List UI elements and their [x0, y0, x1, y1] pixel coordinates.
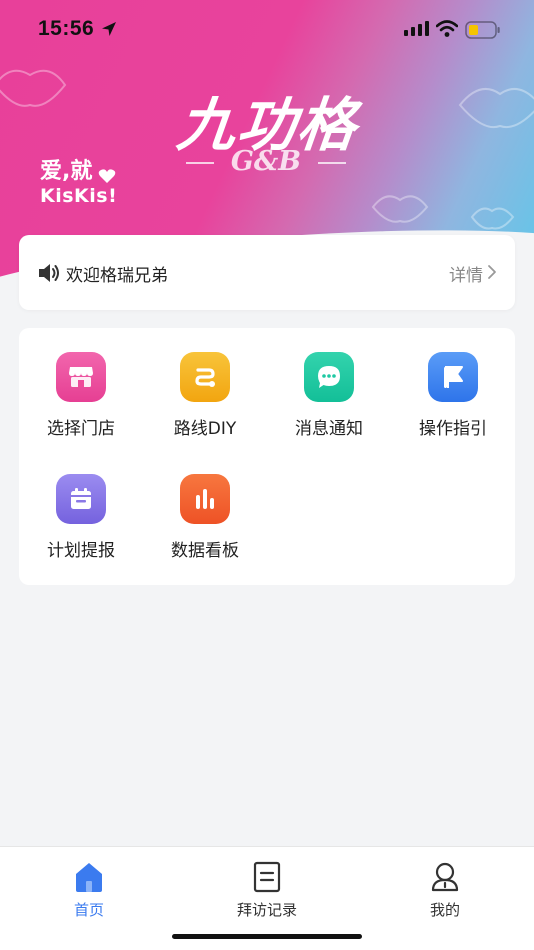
- tab-home[interactable]: 首页: [0, 847, 178, 927]
- notice-bar[interactable]: 欢迎格瑞兄弟 详情: [19, 235, 515, 310]
- menu-item-label: 计划提报: [47, 541, 115, 561]
- menu-item-route-diy[interactable]: 路线DIY: [143, 328, 267, 439]
- message-icon: [304, 352, 354, 402]
- tab-label: 首页: [73, 901, 104, 919]
- home-icon: [76, 863, 102, 892]
- tab-label: 我的: [429, 901, 460, 919]
- route-icon: [180, 352, 230, 402]
- status-bar: 15:56: [0, 0, 534, 60]
- tab-visit-records[interactable]: 拜访记录: [178, 847, 356, 927]
- tab-mine[interactable]: 我的: [356, 847, 534, 927]
- menu-item-label: 消息通知: [295, 419, 363, 439]
- chevron-right-icon: [488, 265, 496, 279]
- slogan-line2: KisKis!: [40, 185, 118, 207]
- cellular-signal-icon: [404, 21, 429, 36]
- user-icon: [431, 862, 459, 892]
- menu-item-message-notice[interactable]: 消息通知: [267, 328, 391, 439]
- menu-item-operation-guide[interactable]: 操作指引: [391, 328, 515, 439]
- bar-chart-icon: [180, 474, 230, 524]
- wifi-icon: [436, 20, 458, 37]
- document-icon: [253, 861, 281, 893]
- store-icon: [56, 352, 106, 402]
- lips-decoration-icon: [371, 195, 429, 223]
- app-screen: 九功格 G&B 爱,就 KisKis! 15:56 欢迎格瑞兄弟 详情 选择门店…: [0, 0, 534, 950]
- menu-item-label: 选择门店: [47, 419, 115, 439]
- function-menu: 选择门店 路线DIY 消息通知 操作指引 计划提报 数据看板: [19, 328, 515, 585]
- speaker-icon: [39, 264, 59, 282]
- heart-icon: [98, 169, 116, 183]
- menu-item-label: 数据看板: [171, 541, 239, 561]
- menu-item-select-store[interactable]: 选择门店: [19, 328, 143, 439]
- lips-decoration-icon: [0, 69, 67, 107]
- tab-label: 拜访记录: [236, 901, 297, 919]
- notice-more-link[interactable]: 详情: [449, 261, 483, 286]
- slogan: 爱,就 KisKis!: [40, 160, 117, 208]
- battery-low-icon: [465, 21, 500, 39]
- lips-decoration-icon: [458, 87, 534, 128]
- calendar-icon: [56, 474, 106, 524]
- location-arrow-icon: [102, 22, 116, 36]
- menu-item-label: 操作指引: [419, 419, 487, 439]
- menu-item-data-dashboard[interactable]: 数据看板: [143, 450, 267, 561]
- notice-message: 欢迎格瑞兄弟: [66, 266, 168, 286]
- flag-icon: [428, 352, 478, 402]
- menu-item-plan-report[interactable]: 计划提报: [19, 450, 143, 561]
- brand-subtitle: G&B: [186, 146, 346, 180]
- menu-item-label: 路线DIY: [173, 419, 237, 439]
- status-time: 15:56: [38, 17, 95, 40]
- home-indicator: [172, 934, 362, 939]
